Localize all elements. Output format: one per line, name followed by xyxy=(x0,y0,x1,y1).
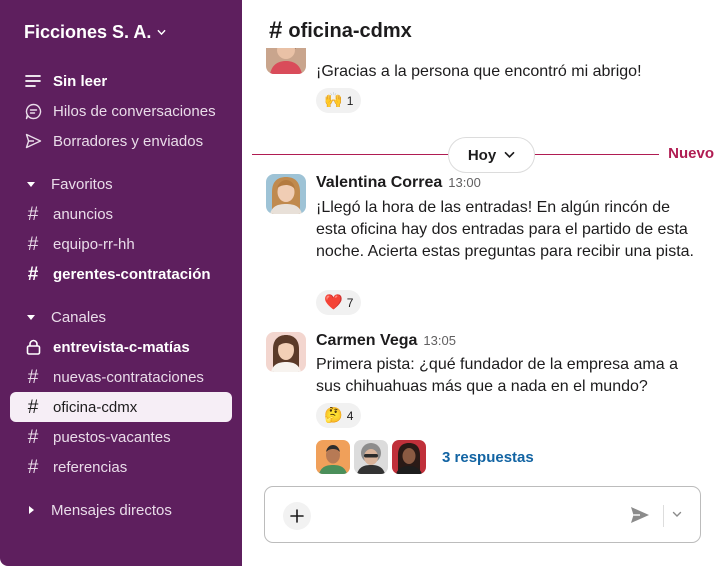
message-text: ¡Gracias a la persona que encontró mi ab… xyxy=(316,63,642,80)
sidebar-item-drafts[interactable]: Borradores y enviados xyxy=(10,126,232,156)
thread-summary[interactable]: 3 respuestas xyxy=(316,440,534,474)
sidebar-item-label: anuncios xyxy=(53,205,114,223)
day-label: Hoy xyxy=(467,146,497,164)
sidebar-item-label: puestos-vacantes xyxy=(53,428,171,446)
hash-icon: # xyxy=(27,366,39,388)
section-direct-messages[interactable]: Mensajes directos xyxy=(10,495,232,525)
sidebar-item-gerentes-contratacion[interactable]: # gerentes-contratación xyxy=(10,259,232,289)
sidebar-item-label: Hilos de conversaciones xyxy=(53,102,216,120)
chevron-down-icon xyxy=(504,151,515,159)
section-favorites[interactable]: Favoritos xyxy=(10,169,232,199)
channel-view: ¡Gracias a la persona que encontró mi ab… xyxy=(242,0,723,566)
section-label: Favoritos xyxy=(51,175,113,193)
hash-icon: # xyxy=(27,396,39,418)
send-icon[interactable] xyxy=(628,503,652,527)
sidebar-item-unread[interactable]: Sin leer xyxy=(10,66,232,96)
reaction-count: 4 xyxy=(346,408,354,423)
sidebar-item-label: equipo-rr-hh xyxy=(53,235,135,253)
message-text: ¡Llegó la hora de las entradas! En algún… xyxy=(316,199,694,260)
sidebar-item-label: entrevista-c-matías xyxy=(53,338,190,356)
workspace-switcher[interactable]: Ficciones S. A. xyxy=(24,22,166,43)
lock-icon xyxy=(24,338,42,356)
hash-icon: # xyxy=(269,17,283,44)
sidebar-item-label: referencias xyxy=(53,458,128,476)
timestamp[interactable]: 13:00 xyxy=(448,175,481,190)
send-icon xyxy=(24,132,42,150)
sidebar-item-label: gerentes-contratación xyxy=(53,265,211,283)
message-header: Carmen Vega 13:05 xyxy=(316,332,456,350)
sidebar-item-threads[interactable]: Hilos de conversaciones xyxy=(10,96,232,126)
message-text: Primera pista: ¿qué fundador de la empre… xyxy=(316,356,678,395)
hash-icon: # xyxy=(27,203,39,225)
reaction-count: 7 xyxy=(346,295,354,310)
message-composer xyxy=(264,486,701,543)
sidebar-item-oficina-cdmx[interactable]: # oficina-cdmx xyxy=(10,392,232,422)
thinking-face-emoji: 🤔 xyxy=(324,407,343,424)
section-label: Mensajes directos xyxy=(51,501,172,519)
sidebar-item-nuevas-contrataciones[interactable]: # nuevas-contrataciones xyxy=(10,362,232,392)
timestamp[interactable]: 13:05 xyxy=(423,333,456,348)
thread-replies-link[interactable]: 3 respuestas xyxy=(442,449,534,466)
sidebar-item-label: nuevas-contrataciones xyxy=(53,368,204,386)
sidebar-item-label: oficina-cdmx xyxy=(53,398,138,416)
reaction[interactable]: ❤️ 7 xyxy=(316,290,362,315)
add-attachment-button[interactable] xyxy=(283,502,311,530)
sidebar: Ficciones S. A. Sin leer Hilos de conver… xyxy=(0,0,242,566)
sidebar-nav: Sin leer Hilos de conversaciones Borrado… xyxy=(10,66,232,525)
avatar xyxy=(354,440,388,474)
sidebar-item-label: Borradores y enviados xyxy=(53,132,204,150)
workspace-name: Ficciones S. A. xyxy=(24,22,152,42)
reaction-count: 1 xyxy=(346,93,354,108)
section-label: Canales xyxy=(51,308,107,326)
threads-icon xyxy=(24,102,42,120)
send-separator xyxy=(663,505,664,527)
caret-down-icon xyxy=(27,182,35,187)
chevron-down-icon[interactable] xyxy=(670,507,684,521)
reaction[interactable]: 🙌 1 xyxy=(316,88,362,113)
sidebar-item-entrevista-c-matias[interactable]: entrevista-c-matías xyxy=(10,332,232,362)
section-channels[interactable]: Canales xyxy=(10,302,232,332)
jump-to-date-button[interactable]: Hoy xyxy=(448,137,535,173)
hash-icon: # xyxy=(27,263,39,285)
message-input[interactable] xyxy=(323,499,613,531)
raised-hands-emoji: 🙌 xyxy=(324,92,343,109)
sender-name[interactable]: Carmen Vega xyxy=(316,332,417,350)
plus-icon xyxy=(290,509,304,523)
heart-emoji: ❤️ xyxy=(324,294,343,311)
hash-icon: # xyxy=(27,456,39,478)
hash-icon: # xyxy=(27,426,39,448)
hash-icon: # xyxy=(27,233,39,255)
channel-title: oficina-cdmx xyxy=(288,19,412,42)
slack-window: Ficciones S. A. Sin leer Hilos de conver… xyxy=(0,0,723,566)
caret-right-icon xyxy=(29,506,34,514)
unread-icon xyxy=(24,72,42,90)
reaction[interactable]: 🤔 4 xyxy=(316,403,362,428)
sidebar-item-referencias[interactable]: # referencias xyxy=(10,452,232,482)
chevron-down-icon xyxy=(158,29,166,36)
sender-name[interactable]: Valentina Correa xyxy=(316,174,442,192)
sidebar-item-label: Sin leer xyxy=(53,72,108,90)
caret-down-icon xyxy=(27,315,35,320)
avatar[interactable] xyxy=(266,174,306,214)
sidebar-item-puestos-vacantes[interactable]: # puestos-vacantes xyxy=(10,422,232,452)
avatar xyxy=(316,440,350,474)
avatar[interactable] xyxy=(266,332,306,372)
new-label: Nuevo xyxy=(668,145,714,162)
channel-header[interactable]: # oficina-cdmx xyxy=(269,17,412,45)
sidebar-item-anuncios[interactable]: # anuncios xyxy=(10,199,232,229)
avatar xyxy=(392,440,426,474)
sidebar-item-equipo-rr-hh[interactable]: # equipo-rr-hh xyxy=(10,229,232,259)
message-header: Valentina Correa 13:00 xyxy=(316,174,481,192)
new-messages-divider: Hoy Nuevo xyxy=(252,137,723,173)
